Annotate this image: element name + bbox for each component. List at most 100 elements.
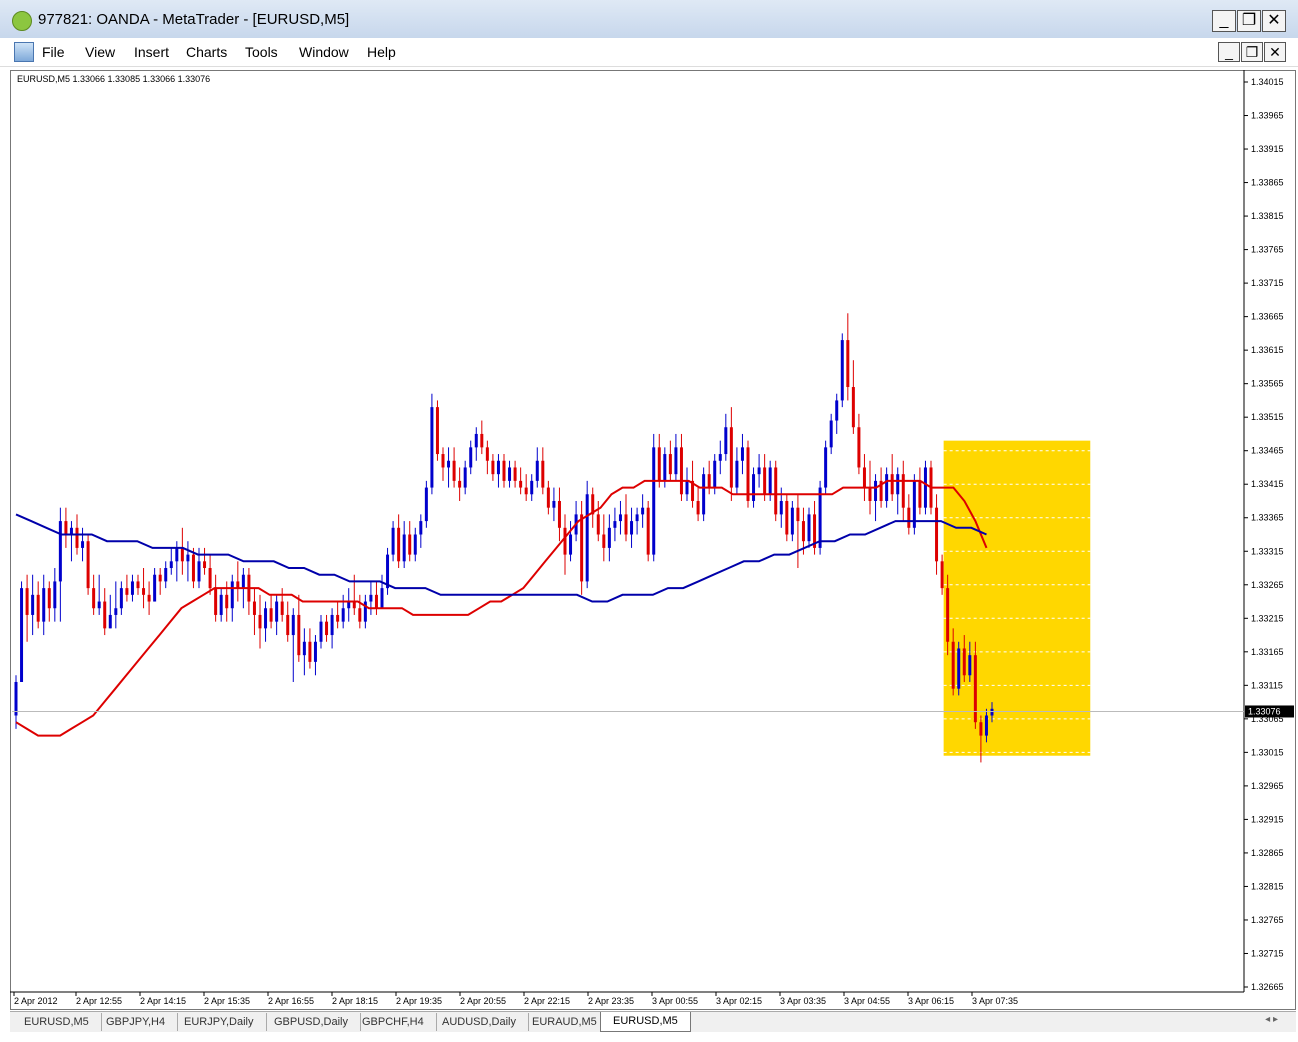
time-tick-label: 3 Apr 00:55 (652, 996, 698, 1006)
candle-body (64, 521, 68, 535)
candle-body (674, 447, 678, 475)
candle-body (386, 554, 390, 589)
price-tick-label: 1.33465 (1251, 446, 1284, 456)
candle-body (663, 454, 667, 481)
minimize-button[interactable]: _ (1212, 10, 1236, 32)
candle-body (75, 527, 79, 548)
chart-tab-gbpchf-h4[interactable]: GBPCHF,H4 (350, 1013, 437, 1031)
candle-body (463, 467, 467, 488)
candle-body (752, 474, 756, 501)
candle-body (53, 581, 57, 609)
price-tick-label: 1.33715 (1251, 278, 1284, 288)
candle-body (890, 474, 894, 495)
candle-body (646, 507, 650, 555)
candle-body (336, 614, 340, 622)
chart-tab-bar: ◂ ▸ EURUSD,M5 GBPJPY,H4 EURJPY,Daily GBPUSD… (10, 1011, 1296, 1032)
candle-body (164, 568, 168, 582)
price-tick-label: 1.33115 (1251, 680, 1283, 690)
time-tick-label: 2 Apr 12:55 (76, 996, 122, 1006)
candle-body (735, 460, 739, 488)
chart-tab-eurjpy-daily[interactable]: EURJPY,Daily (172, 1013, 267, 1031)
candle-body (707, 474, 711, 488)
chart-window-icon[interactable] (14, 42, 34, 62)
candle-body (580, 514, 584, 582)
candle-body (990, 708, 994, 716)
price-tick-label: 1.32665 (1251, 982, 1284, 992)
candle-body (419, 521, 423, 535)
menu-insert[interactable]: Insert (134, 44, 169, 60)
candle-body (275, 601, 279, 622)
menu-file[interactable]: File (42, 44, 65, 60)
candle-body (585, 494, 589, 582)
candle-body (25, 588, 29, 615)
candle-body (203, 561, 207, 569)
candle-body (907, 507, 911, 528)
candle-body (818, 487, 822, 548)
close-button[interactable]: ✕ (1262, 10, 1286, 32)
candle-body (147, 594, 151, 602)
chart-tab-gbpusd-daily[interactable]: GBPUSD,Daily (262, 1013, 361, 1031)
price-tick-label: 1.33815 (1251, 211, 1284, 221)
candle-body (186, 554, 190, 562)
metatrader-app-icon[interactable] (12, 11, 32, 31)
price-tick-label: 1.33515 (1251, 412, 1284, 422)
candle-body (840, 340, 844, 401)
candle-body (768, 467, 772, 495)
price-tick-label: 1.33265 (1251, 580, 1284, 590)
candle-body (441, 454, 445, 468)
candle-body (557, 500, 561, 528)
candle-body (402, 534, 406, 562)
candle-body (92, 588, 96, 609)
time-tick-label: 3 Apr 03:35 (780, 996, 826, 1006)
menu-tools[interactable]: Tools (245, 44, 278, 60)
price-tick-label: 1.33865 (1251, 178, 1284, 188)
candle-body (696, 500, 700, 515)
candle-body (801, 521, 805, 542)
candle-body (369, 594, 373, 602)
candle-body (596, 514, 600, 535)
candle-body (36, 594, 40, 622)
candle-body (774, 467, 778, 515)
time-tick-label: 3 Apr 04:55 (844, 996, 890, 1006)
candle-body (358, 608, 362, 622)
candle-body (979, 722, 983, 736)
candle-body (47, 588, 51, 609)
tab-scroll-arrows[interactable]: ◂ ▸ (1265, 1014, 1278, 1025)
highlight-rectangle[interactable] (943, 440, 1091, 756)
candle-body (452, 460, 456, 481)
restore-button[interactable]: ❐ (1237, 10, 1261, 32)
chart-tab-eurusd-m5[interactable]: EURUSD,M5 (600, 1012, 691, 1032)
candle-body (308, 641, 312, 662)
candle-body (81, 541, 85, 548)
candle-body (158, 574, 162, 582)
candle-body (635, 514, 639, 522)
candle-body (430, 407, 434, 488)
menu-charts[interactable]: Charts (186, 44, 227, 60)
candle-body (940, 561, 944, 589)
candle-body (225, 594, 229, 609)
candle-body (230, 581, 234, 609)
candle-body (868, 487, 872, 501)
chart-tab-audusd-daily[interactable]: AUDUSD,Daily (430, 1013, 529, 1031)
candle-body (740, 447, 744, 461)
chart-minimize-button[interactable]: _ (1218, 42, 1240, 62)
candle-body (641, 507, 645, 515)
chart-close-button[interactable]: ✕ (1264, 42, 1286, 62)
candle-body (807, 514, 811, 542)
price-chart[interactable]: 1.34015 1.33965 1.33915 1.33865 1.33815 1.337… (10, 70, 1296, 1010)
menu-help[interactable]: Help (367, 44, 396, 60)
candle-body (330, 614, 334, 636)
price-tick-label: 1.33165 (1251, 647, 1284, 657)
price-tick-label: 1.32765 (1251, 915, 1284, 925)
candle-body (508, 467, 512, 481)
candle-body (302, 641, 306, 656)
chart-tab-euraud-m5[interactable]: EURAUD,M5 (520, 1013, 610, 1031)
chart-restore-button[interactable]: ❐ (1241, 42, 1263, 62)
menu-view[interactable]: View (85, 44, 115, 60)
candle-body (724, 427, 728, 455)
chart-tab-eurusd-m5[interactable]: EURUSD,M5 (12, 1013, 102, 1031)
menu-window[interactable]: Window (299, 44, 349, 60)
price-tick-label: 1.33015 (1251, 747, 1284, 757)
chart-tab-gbpjpy-h4[interactable]: GBPJPY,H4 (94, 1013, 179, 1031)
candle-body (502, 460, 506, 481)
